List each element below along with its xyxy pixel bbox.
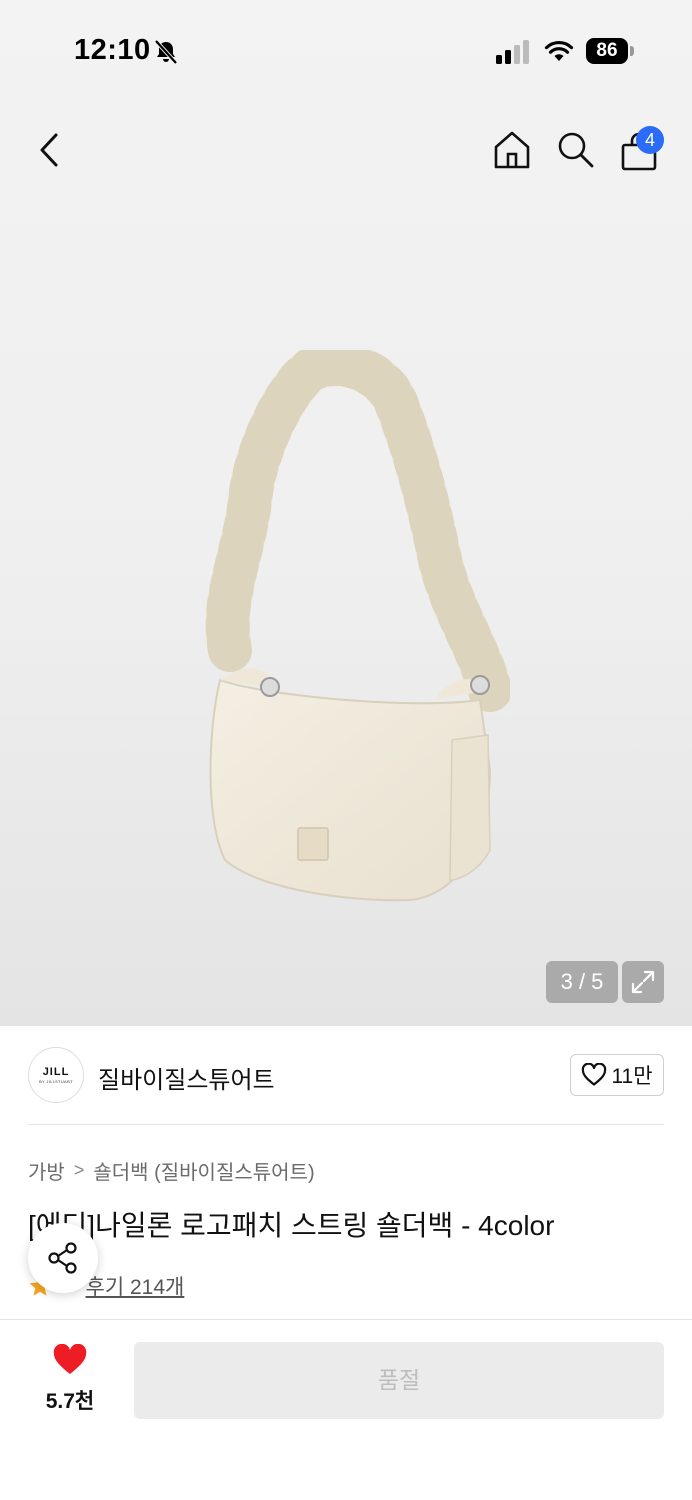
heart-filled-icon	[53, 1343, 87, 1374]
back-button[interactable]	[26, 127, 72, 173]
brand-name[interactable]: 질바이질스튜어트	[98, 1060, 275, 1095]
product-gallery[interactable]: 12:10 86 4 3 / 5	[0, 0, 692, 1026]
brand-like-count: 11만	[611, 1065, 653, 1088]
search-icon	[558, 132, 594, 168]
review-count-link[interactable]: 후기 214개	[86, 1271, 185, 1301]
image-pager: 3 / 5	[546, 961, 618, 1003]
home-button[interactable]	[489, 127, 535, 173]
bottom-bar-divider	[0, 1319, 692, 1320]
brand-logo-text: JILL	[42, 1066, 70, 1078]
search-button[interactable]	[552, 127, 598, 173]
wifi-icon	[544, 40, 574, 61]
share-button[interactable]	[28, 1223, 98, 1293]
status-time: 12:10	[74, 34, 151, 66]
product-image[interactable]	[190, 350, 510, 920]
back-chevron-icon	[40, 133, 58, 167]
wish-count: 5.7천	[45, 1390, 95, 1413]
breadcrumb-separator: >	[73, 1160, 85, 1180]
home-icon	[494, 131, 530, 169]
expand-image-button[interactable]	[622, 961, 664, 1003]
brand-like-button[interactable]: 11만	[570, 1054, 664, 1096]
wish-button[interactable]: 5.7천	[30, 1343, 110, 1418]
battery-icon: 86	[586, 38, 634, 64]
breadcrumb: 가방 > 숄더백 (질바이질스튜어트)	[28, 1156, 315, 1185]
brand-logo[interactable]: JILL BY JILLSTUART	[28, 1047, 84, 1103]
breadcrumb-item-bags[interactable]: 가방	[28, 1156, 65, 1185]
status-bar: 12:10 86	[0, 0, 692, 100]
cart-count-badge: 4	[636, 126, 664, 154]
heart-outline-icon	[582, 1063, 607, 1086]
section-divider	[28, 1124, 664, 1125]
product-title: [에디]나일론 로고패치 스트링 숄더백 - 4color	[28, 1210, 555, 1241]
bell-slash-icon	[154, 39, 178, 65]
sold-out-button[interactable]: 품절	[134, 1342, 664, 1419]
breadcrumb-item-shoulder-bag[interactable]: 숄더백 (질바이질스튜어트)	[93, 1156, 314, 1185]
expand-arrows-icon	[631, 970, 655, 994]
share-icon	[48, 1242, 77, 1274]
brand-logo-subtext: BY JILLSTUART	[39, 1079, 73, 1084]
cellular-signal-icon	[496, 40, 529, 64]
battery-level: 86	[596, 40, 618, 61]
